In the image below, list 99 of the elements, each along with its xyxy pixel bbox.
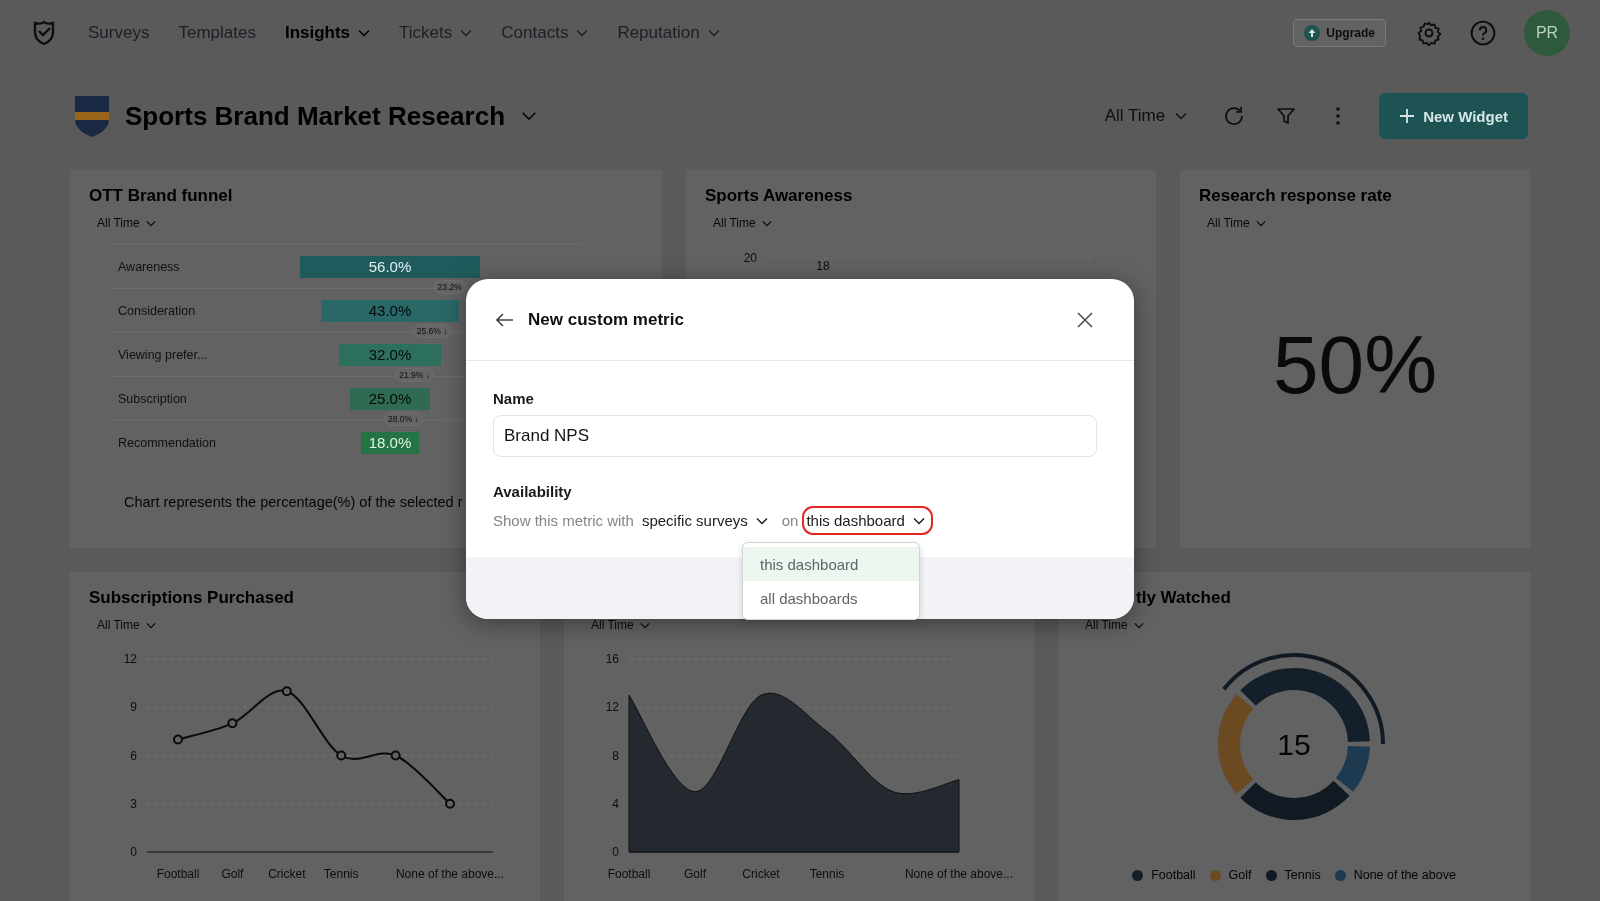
data-point [227,718,238,729]
user-avatar[interactable]: PR [1524,10,1570,56]
period-dropdown[interactable]: All Time [97,618,156,632]
nav-item[interactable]: Templates [178,23,256,43]
field-label: Name [493,390,535,407]
drop-badge: 28.0% ↓ [384,411,423,426]
legend-label: Golf [1228,868,1252,882]
stage-label: Viewing prefer... [117,347,209,362]
axis-tick-label: None of the above... [904,867,1014,881]
connector-text: on [781,512,799,529]
axis-tick-label: Cricket [268,867,306,881]
axis-tick-label: Cricket [742,867,780,881]
stage-label: Recommendation [117,435,217,450]
axis-tick-label: Tennis [809,867,845,881]
axis-tick-label: Football [156,867,200,881]
axis-tick-label: 12 [123,652,137,666]
availability-text: Show this metric with [493,512,634,529]
chevron-icon [755,516,768,525]
axis-tick-label: 8 [612,748,619,763]
period-dropdown[interactable]: All Time [1098,105,1194,127]
drop-badge: 25.6% ↓ [412,323,452,338]
chevron-icon [761,219,772,227]
widget-title: Sports Awareness [705,186,854,207]
data-point [445,798,455,809]
refresh-icon[interactable] [1223,105,1246,127]
data-label: 18 [816,259,830,273]
stage-label: Subscription [117,391,188,406]
period-dropdown[interactable]: All Time [1085,618,1144,632]
funnel-bar: 43.0% [321,299,459,322]
chevron-icon [912,516,925,525]
field-label: Availability [493,483,573,500]
nav-item[interactable]: Reputation [617,23,720,43]
stage-label: Consideration [117,303,197,318]
dialog-title: New custom metric [528,309,685,330]
new-widget-button[interactable]: New Widget [1379,93,1528,139]
axis-tick-label: Golf [684,867,706,881]
axis-tick-label: 16 [605,652,619,666]
axis-tick-label: 12 [605,700,619,715]
chevron-icon [1255,219,1266,227]
data-point [281,686,292,697]
funnel-bar: 32.0% [338,343,442,366]
chevron-icon [1133,621,1144,629]
axis-tick-label: 9 [130,700,137,715]
legend-label: Football [1151,868,1196,882]
axis-tick-label: 0 [130,845,137,859]
surveys-dropdown[interactable]: specific surveys [637,506,776,535]
axis-tick-label: None of the above... [395,867,505,881]
help-icon[interactable] [1470,20,1496,46]
stage-label: Awareness [117,259,181,274]
axis-tick-label: 0 [612,845,619,859]
donut-total: 15 [1277,728,1311,761]
stat-value: 50% [1271,318,1439,412]
axis-tick-label: 4 [612,796,619,811]
axis-tick-label: Golf [221,867,244,881]
nav-item[interactable]: Tickets [399,23,473,43]
funnel-bar: 25.0% [350,387,430,410]
axis-tick-label: Tennis [323,867,359,881]
legend-label: Tennis [1284,868,1321,882]
close-icon[interactable] [1076,310,1094,329]
upgrade-button[interactable]: Upgrade [1293,19,1386,47]
nav-item[interactable]: Insights [284,23,371,43]
back-arrow-icon[interactable] [496,312,514,327]
funnel-bar: 18.0% [361,431,419,454]
widget-title: Subscriptions Purchased [89,588,295,609]
chevron-icon [1175,112,1188,120]
period-dropdown[interactable]: All Time [97,216,156,230]
chart-caption: Chart represents the percentage(%) of the selected r [124,494,463,510]
data-point [173,734,183,745]
period-dropdown[interactable]: All Time [591,618,650,632]
widget-title: tly Watched [1136,588,1232,609]
chevron-icon [521,111,538,121]
drop-badge: 23.2% [433,279,466,294]
plus-icon [1399,108,1416,124]
widget-title: Research response rate [1199,186,1393,207]
period-dropdown[interactable]: All Time [1207,216,1266,230]
shield-badge-icon [73,94,111,138]
widget-title: OTT Brand funnel [89,186,234,207]
data-point [390,750,401,761]
drop-badge: 21.9% ↓ [395,367,434,382]
dashboard-dropdown[interactable]: this dashboard [802,506,933,535]
chevron-icon [145,219,156,227]
nav-item[interactable]: Surveys [88,23,150,43]
menu-option[interactable]: all dashboards [743,581,919,615]
axis-tick-label: 20 [743,251,757,265]
data-point [336,750,347,761]
name-input-field[interactable]: Brand NPS [493,415,1097,457]
funnel-bar: 56.0% [300,255,480,278]
axis-tick-label: 6 [130,748,137,763]
filter-icon[interactable] [1275,105,1298,127]
period-dropdown[interactable]: All Time [713,216,772,230]
chevron-icon [639,621,650,629]
dashboard-title: Sports Brand Market Research [125,100,506,132]
settings-icon[interactable] [1416,20,1442,46]
legend-label: None of the above [1353,868,1456,882]
menu-option[interactable]: this dashboard [743,547,919,581]
axis-tick-label: 3 [130,796,137,811]
chevron-icon [145,621,156,629]
axis-tick-label: Football [607,867,651,881]
nav-item[interactable]: Contacts [501,23,589,43]
